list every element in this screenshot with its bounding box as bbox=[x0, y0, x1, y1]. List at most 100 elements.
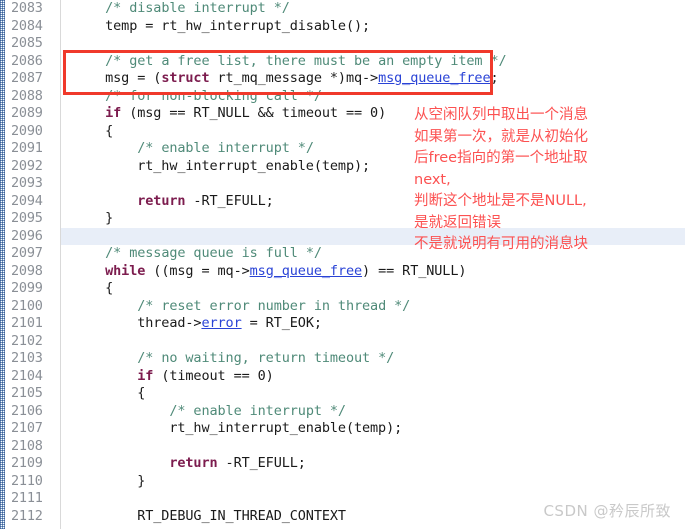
code-line[interactable]: rt_hw_interrupt_enable(temp); bbox=[61, 420, 685, 438]
annotation-line: 从空闲队列中取出一个消息 bbox=[414, 107, 588, 123]
line-number[interactable]: 2089 bbox=[11, 105, 59, 123]
line-number[interactable]: 2085 bbox=[11, 35, 59, 53]
line-number[interactable]: 2092 bbox=[11, 158, 59, 176]
line-number[interactable]: 2095 bbox=[11, 210, 59, 228]
code-token: ((msg = mq-> bbox=[145, 262, 250, 279]
code-token: rt_hw_interrupt_enable(temp); bbox=[73, 420, 403, 436]
code-token: msg = ( bbox=[73, 70, 162, 86]
code-line-text: /* for non-blocking call */ bbox=[61, 88, 322, 106]
line-number[interactable]: 2099 bbox=[11, 280, 59, 298]
line-number[interactable]: 2084 bbox=[11, 18, 59, 36]
code-token: if bbox=[105, 105, 122, 121]
code-line-text: /* disable interrupt */ bbox=[61, 0, 290, 18]
line-number[interactable]: 2093 bbox=[11, 175, 59, 193]
line-number[interactable]: 2098 bbox=[11, 263, 59, 281]
code-content-area[interactable]: /* disable interrupt */ temp = rt_hw_int… bbox=[61, 0, 685, 529]
code-line-text: } bbox=[61, 210, 113, 228]
code-line[interactable]: /* reset error number in thread */ bbox=[61, 298, 685, 316]
code-line-text: rt_hw_interrupt_enable(temp); bbox=[61, 420, 402, 438]
code-line[interactable]: /* get a free list, there must be an emp… bbox=[61, 53, 685, 71]
line-number[interactable]: 2101 bbox=[11, 315, 59, 333]
line-number[interactable]: 2088 bbox=[11, 88, 59, 106]
code-token: struct bbox=[161, 70, 210, 86]
code-line-text: RT_DEBUG_IN_THREAD_CONTEXT bbox=[61, 508, 346, 526]
line-number[interactable]: 2094 bbox=[11, 193, 59, 211]
code-line-text: return -RT_EFULL; bbox=[61, 193, 274, 211]
code-token: msg_queue_free bbox=[249, 262, 363, 279]
annotation-line: 后free指向的第一个地址取 bbox=[414, 150, 588, 166]
line-number[interactable]: 2086 bbox=[11, 53, 59, 71]
line-number[interactable]: 2109 bbox=[11, 455, 59, 473]
line-number[interactable]: 2087 bbox=[11, 70, 59, 88]
code-line[interactable]: /* no waiting, return timeout */ bbox=[61, 350, 685, 368]
line-number[interactable]: 2111 bbox=[11, 490, 59, 508]
code-line-text: return -RT_EFULL; bbox=[61, 455, 306, 473]
code-token: error bbox=[201, 315, 242, 331]
code-line-text: /* enable interrupt */ bbox=[61, 403, 346, 421]
line-number[interactable]: 2102 bbox=[11, 333, 59, 351]
code-line[interactable]: thread->error = RT_EOK; bbox=[61, 315, 685, 333]
code-line[interactable]: return -RT_EFULL; bbox=[61, 455, 685, 473]
line-number-gutter[interactable]: 2083 2084 2085 2086 2087 2088 2089 2090 2091 2092… bbox=[5, 0, 60, 529]
code-line-text: msg = (struct rt_mq_message *)mq->msg_qu… bbox=[61, 70, 499, 88]
annotation-line: 判断这个地址是不是NULL, bbox=[414, 193, 587, 209]
code-line[interactable]: { bbox=[61, 385, 685, 403]
line-number[interactable]: 2090 bbox=[11, 123, 59, 141]
code-line-text: /* get a free list, there must be an emp… bbox=[61, 52, 507, 71]
code-line-text: } bbox=[61, 473, 145, 491]
code-token: return bbox=[169, 455, 218, 471]
line-number[interactable]: 2106 bbox=[11, 403, 59, 421]
code-token: -RT_EFULL; bbox=[217, 455, 306, 471]
line-number[interactable]: 2103 bbox=[11, 350, 59, 368]
code-line[interactable]: { bbox=[61, 280, 685, 298]
code-line[interactable]: msg = (struct rt_mq_message *)mq->msg_qu… bbox=[61, 70, 685, 88]
line-number[interactable]: 2091 bbox=[11, 140, 59, 158]
code-line-text: /* enable interrupt */ bbox=[61, 140, 314, 158]
annotation-line: 不是就说明有可用的消息块 bbox=[414, 236, 588, 252]
line-number[interactable]: 2112 bbox=[11, 508, 59, 526]
code-line[interactable] bbox=[61, 438, 685, 456]
code-line[interactable] bbox=[61, 333, 685, 351]
line-number[interactable]: 2107 bbox=[11, 420, 59, 438]
code-token: ; bbox=[490, 70, 499, 86]
code-line[interactable]: if (timeout == 0) bbox=[61, 368, 685, 386]
code-line[interactable]: /* for non-blocking call */ bbox=[61, 88, 685, 106]
line-number[interactable]: 2083 bbox=[11, 0, 59, 18]
code-line[interactable] bbox=[61, 35, 685, 53]
code-line[interactable]: /* enable interrupt */ bbox=[61, 403, 685, 421]
line-number[interactable]: 2110 bbox=[11, 473, 59, 491]
line-number[interactable]: 2104 bbox=[11, 368, 59, 386]
code-line-text: thread->error = RT_EOK; bbox=[61, 315, 322, 333]
annotation-line: 如果第一次，就是从初始化 bbox=[414, 128, 588, 145]
code-token: rt_hw_interrupt_enable(temp); bbox=[73, 157, 371, 174]
line-number[interactable]: 2097 bbox=[11, 245, 59, 263]
code-line-text: { bbox=[61, 385, 145, 403]
code-line[interactable]: /* disable interrupt */ bbox=[61, 0, 685, 18]
code-line-text: rt_hw_interrupt_enable(temp); bbox=[61, 158, 370, 176]
annotation-line: next, bbox=[414, 171, 451, 188]
line-number[interactable]: 2096 bbox=[11, 228, 59, 246]
code-token: { bbox=[73, 385, 146, 401]
line-number[interactable]: 2108 bbox=[11, 438, 59, 456]
code-line-text: /* reset error number in thread */ bbox=[61, 298, 410, 316]
line-number[interactable]: 2100 bbox=[11, 298, 59, 316]
code-token: } bbox=[73, 210, 114, 226]
code-line[interactable]: } bbox=[61, 473, 685, 491]
code-token: ) == RT_NULL) bbox=[362, 262, 467, 279]
code-line-text: { bbox=[61, 123, 113, 141]
line-number[interactable]: 2105 bbox=[11, 385, 59, 403]
code-token: = RT_EOK; bbox=[241, 315, 322, 331]
code-line-text: /* message queue is full */ bbox=[61, 245, 322, 263]
code-line[interactable]: temp = rt_hw_interrupt_disable(); bbox=[61, 18, 685, 36]
code-line[interactable]: while ((msg = mq->msg_queue_free) == RT_… bbox=[61, 263, 685, 281]
code-token: /* get a free list, there must be an emp… bbox=[105, 52, 507, 69]
